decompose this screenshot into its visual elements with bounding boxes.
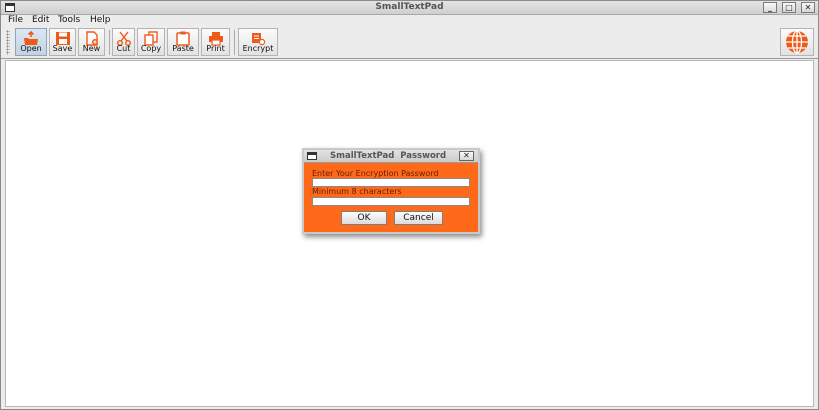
new-button[interactable]: New — [78, 28, 105, 56]
title-bar[interactable]: SmallTextPad _ □ ✕ — [1, 1, 818, 15]
globe-button[interactable] — [780, 28, 814, 56]
open-button[interactable]: Open — [15, 28, 47, 56]
menu-bar: File Edit Tools Help — [1, 15, 818, 27]
new-label: New — [82, 44, 101, 53]
toolbar: Open Save New Cut Copy Paste Print Encry… — [1, 27, 818, 59]
cancel-button[interactable]: Cancel — [394, 211, 443, 225]
menu-file[interactable]: File — [8, 15, 23, 25]
dialog-window-icon[interactable] — [307, 152, 317, 160]
password-dialog: SmallTextPad Password ✕ Enter Your Encry… — [302, 148, 480, 234]
ok-button[interactable]: OK — [341, 211, 387, 225]
encrypt-label: Encrypt — [242, 44, 274, 53]
window-title: SmallTextPad — [375, 2, 444, 12]
toolbar-separator — [109, 30, 110, 55]
save-button[interactable]: Save — [49, 28, 76, 56]
main-window: SmallTextPad _ □ ✕ File Edit Tools Help … — [0, 0, 819, 410]
menu-edit[interactable]: Edit — [32, 15, 49, 25]
copy-label: Copy — [140, 44, 162, 53]
open-label: Open — [20, 44, 42, 53]
menu-help[interactable]: Help — [90, 15, 111, 25]
globe-icon — [786, 30, 808, 54]
close-button[interactable]: ✕ — [801, 2, 815, 13]
copy-button[interactable]: Copy — [137, 28, 165, 56]
cut-button[interactable]: Cut — [112, 28, 135, 56]
paste-button[interactable]: Paste — [167, 28, 199, 56]
maximize-button[interactable]: □ — [782, 2, 796, 13]
dialog-close-button[interactable]: ✕ — [459, 151, 474, 161]
print-label: Print — [206, 44, 225, 53]
encrypt-button[interactable]: Encrypt — [238, 28, 278, 56]
cut-label: Cut — [116, 44, 131, 53]
toolbar-separator — [234, 30, 235, 55]
password-label: Enter Your Encryption Password — [312, 169, 439, 178]
toolbar-grip[interactable] — [6, 30, 10, 55]
menu-tools[interactable]: Tools — [58, 15, 80, 25]
paste-label: Paste — [172, 44, 194, 53]
print-button[interactable]: Print — [201, 28, 230, 56]
minimum-chars-label: Minimum 8 characters — [312, 187, 402, 196]
dialog-title-bar[interactable]: SmallTextPad Password ✕ — [304, 150, 478, 163]
save-label: Save — [52, 44, 73, 53]
confirm-password-input[interactable] — [312, 197, 470, 206]
dialog-title: SmallTextPad Password — [330, 151, 447, 161]
minimize-button[interactable]: _ — [763, 2, 777, 13]
password-input[interactable] — [312, 178, 470, 187]
